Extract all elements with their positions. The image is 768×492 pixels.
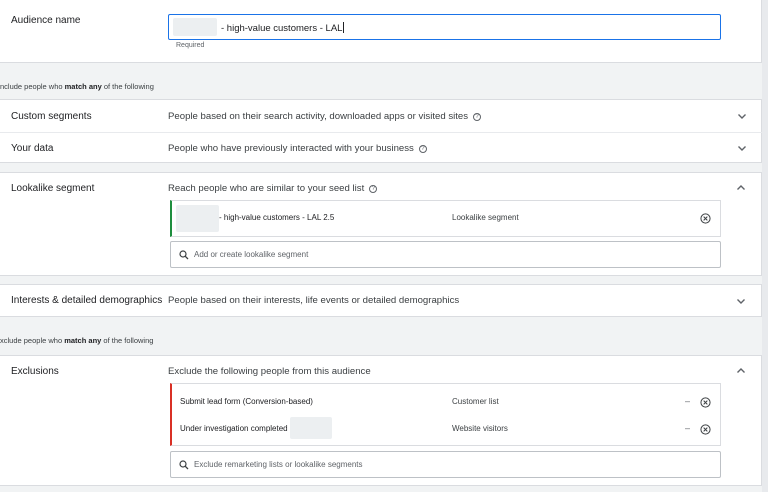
redacted-block	[290, 417, 332, 439]
lookalike-description: Reach people who are similar to your see…	[168, 183, 365, 194]
exclusion-dash-1: –	[685, 396, 691, 406]
chevron-down-icon[interactable]	[735, 295, 747, 307]
lookalike-selected-list: - high-value customers - LAL 2.5 Lookali…	[170, 200, 721, 237]
exclusions-label: Exclusions	[11, 366, 59, 377]
audience-editor-page: Audience name - high-value customers - L…	[0, 0, 768, 492]
chevron-up-icon[interactable]	[735, 365, 747, 377]
exclude-caption: xclude people who match any of the follo…	[0, 336, 154, 345]
list-item: - high-value customers - LAL 2.5 Lookali…	[172, 205, 720, 232]
close-circle-icon[interactable]	[700, 213, 711, 224]
your-data-description: People who have previously interacted wi…	[168, 143, 414, 154]
exclusion-type-2: Website visitors	[452, 424, 508, 433]
lookalike-selected-type: Lookalike segment	[452, 213, 519, 222]
audience-name-card: Audience name - high-value customers - L…	[0, 0, 762, 63]
chevron-down-icon[interactable]	[736, 142, 748, 154]
page-scroll-gutter	[762, 0, 768, 492]
include-caption: nclude people who match any of the follo…	[0, 82, 154, 91]
close-circle-icon[interactable]	[700, 424, 711, 435]
audience-name-value: - high-value customers - LAL	[221, 23, 343, 34]
interests-card[interactable]: Interests & detailed demographics People…	[0, 284, 762, 317]
include-card-top: Custom segments People based on their se…	[0, 99, 762, 163]
text-caret	[343, 22, 345, 33]
help-circle-icon[interactable]: ?	[473, 113, 482, 121]
lookalike-label: Lookalike segment	[11, 183, 95, 194]
lookalike-card: Lookalike segment Reach people who are s…	[0, 172, 762, 276]
audience-name-label: Audience name	[11, 15, 81, 26]
search-icon	[179, 460, 189, 470]
lookalike-search-placeholder: Add or create lookalike segment	[194, 250, 309, 259]
exclusion-name-2: Under investigation completed	[180, 424, 288, 433]
interests-description: People based on their interests, life ev…	[168, 295, 460, 306]
interests-label: Interests & detailed demographics	[11, 295, 163, 306]
exclusions-list: Submit lead form (Conversion-based) Cust…	[170, 383, 721, 446]
custom-segments-description: People based on their search activity, d…	[168, 111, 469, 122]
chevron-up-icon[interactable]	[735, 182, 747, 194]
lookalike-selected-name: - high-value customers - LAL 2.5	[219, 213, 335, 222]
list-item: Submit lead form (Conversion-based) Cust…	[172, 388, 720, 415]
exclusion-type-1: Customer list	[452, 397, 499, 406]
redacted-block	[173, 18, 217, 36]
chevron-down-icon[interactable]	[736, 110, 748, 122]
row-your-data[interactable]: Your data People who have previously int…	[0, 132, 762, 164]
exclusions-card: Exclusions Exclude the following people …	[0, 355, 762, 486]
help-circle-icon[interactable]: ?	[369, 185, 378, 193]
required-helper: Required	[176, 42, 205, 49]
exclusion-name-1: Submit lead form (Conversion-based)	[180, 397, 313, 406]
exclusions-search-input[interactable]: Exclude remarketing lists or lookalike s…	[170, 451, 721, 478]
audience-name-input[interactable]: - high-value customers - LAL	[168, 14, 721, 40]
close-circle-icon[interactable]	[700, 397, 711, 408]
row-custom-segments[interactable]: Custom segments People based on their se…	[0, 100, 762, 132]
exclusions-description: Exclude the following people from this a…	[168, 366, 371, 377]
redacted-block	[176, 205, 219, 232]
list-item: Under investigation completed Website vi…	[172, 415, 720, 442]
help-circle-icon[interactable]: ?	[418, 145, 427, 153]
exclusion-dash-2: –	[685, 423, 691, 433]
exclusions-search-placeholder: Exclude remarketing lists or lookalike s…	[194, 460, 363, 469]
your-data-label: Your data	[11, 143, 54, 154]
lookalike-search-input[interactable]: Add or create lookalike segment	[170, 241, 721, 268]
search-icon	[179, 250, 189, 260]
custom-segments-label: Custom segments	[11, 111, 92, 122]
